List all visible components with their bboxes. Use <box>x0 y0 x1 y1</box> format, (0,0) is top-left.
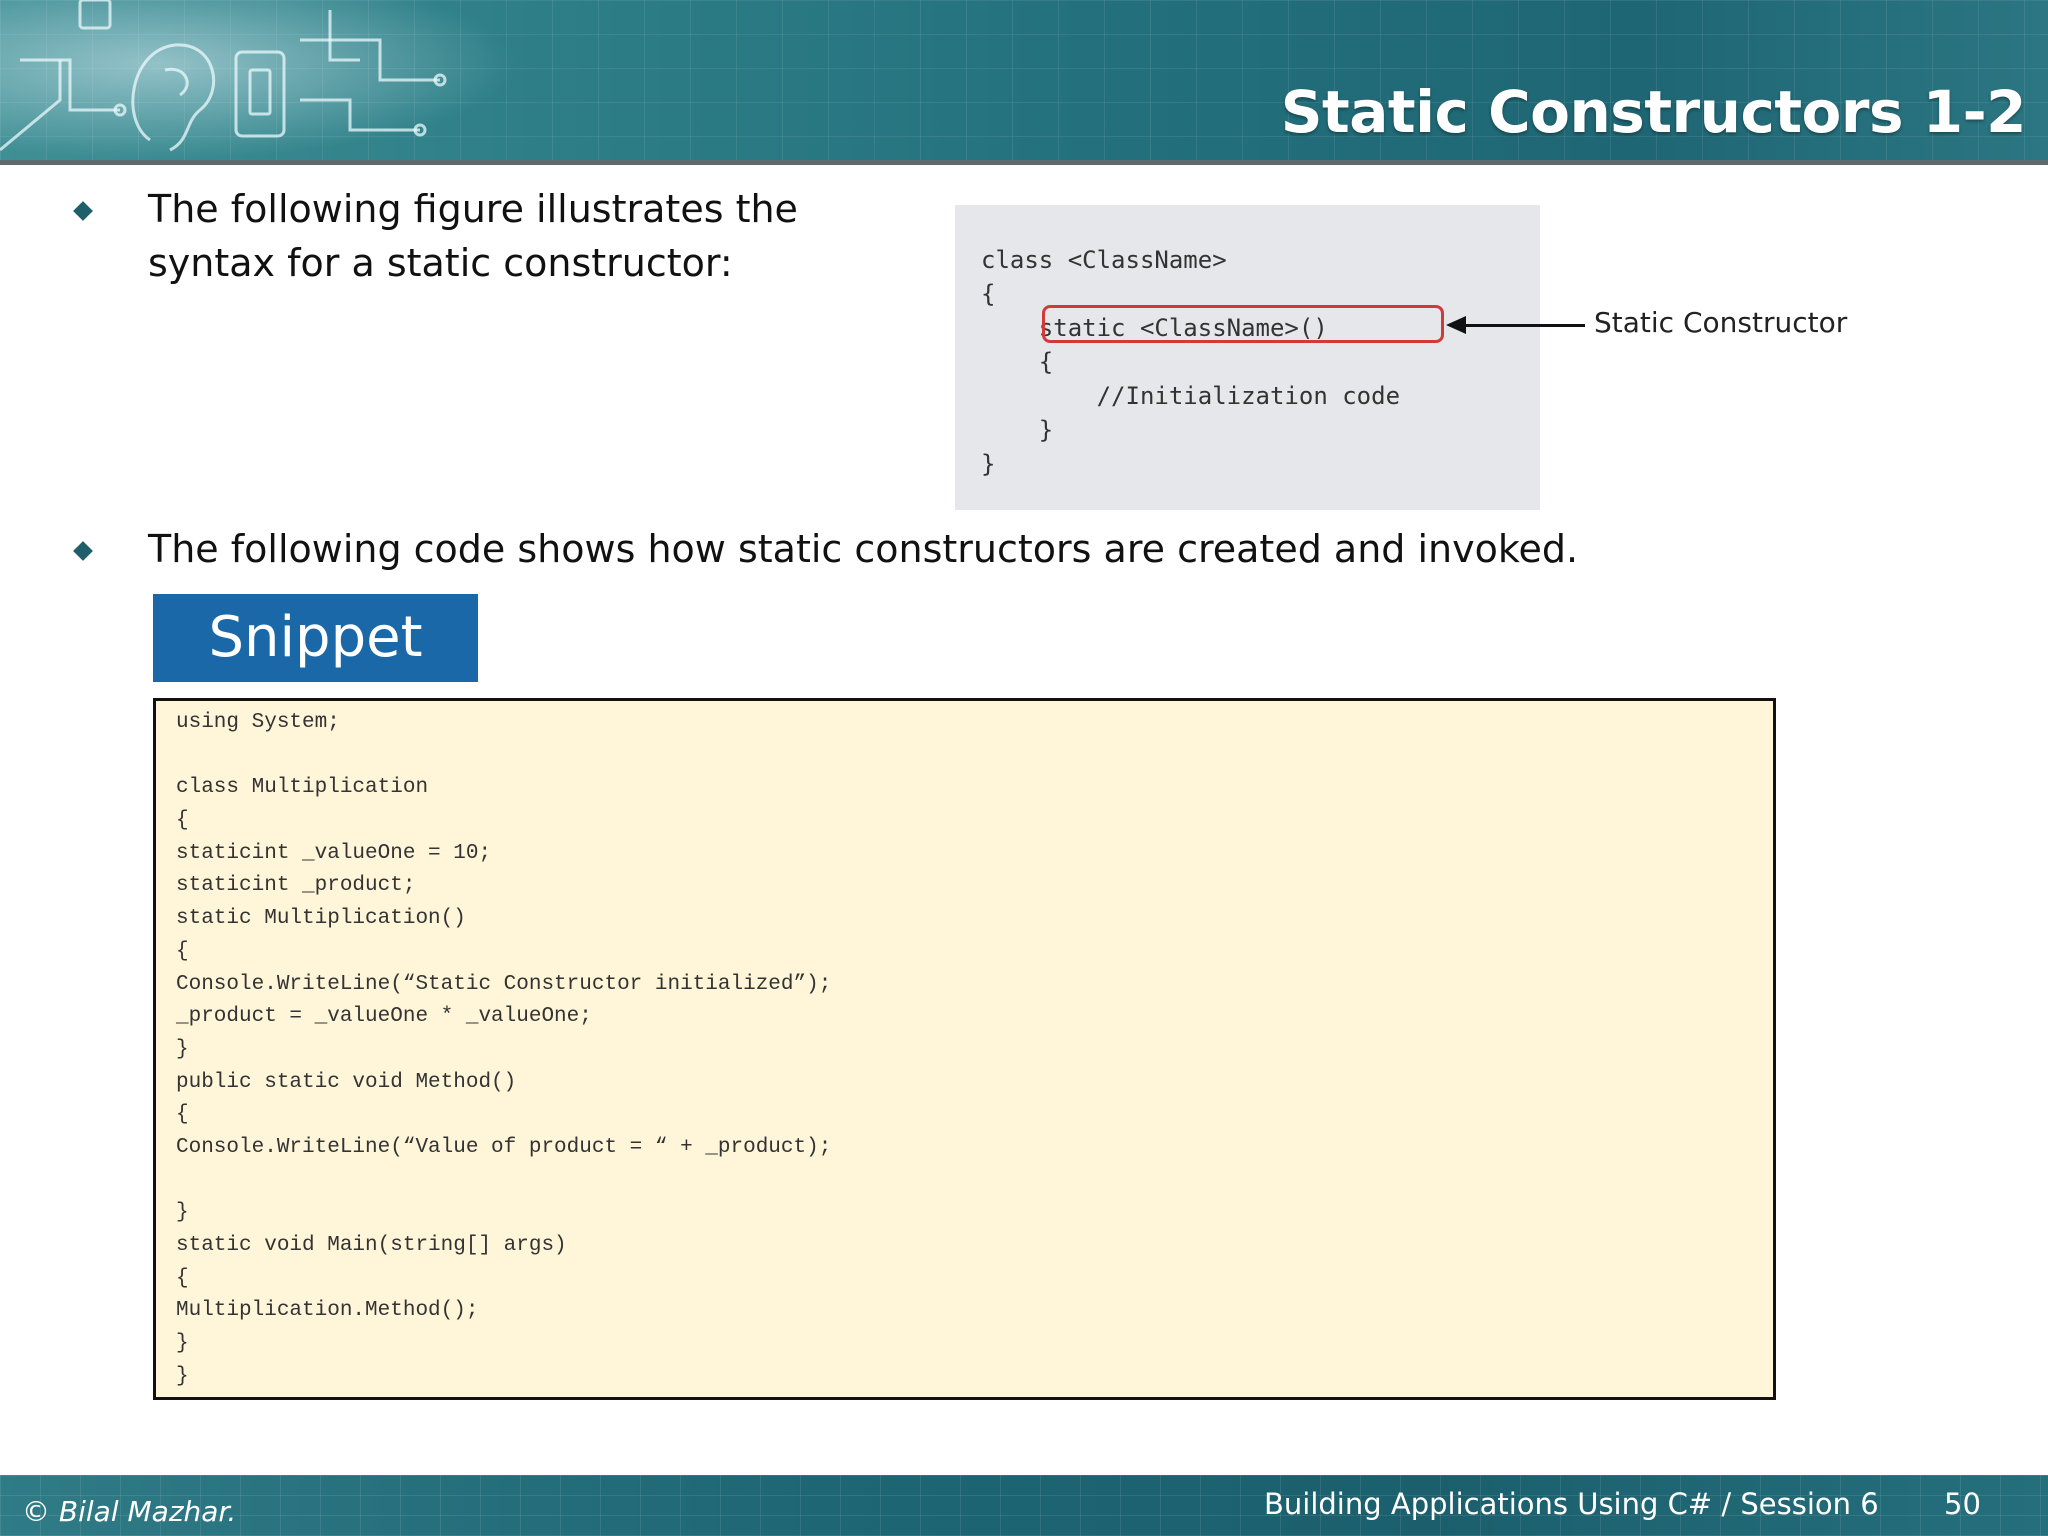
code-line: } <box>176 1332 189 1356</box>
footer-bar: © Bilal Mazhar. Building Applications Us… <box>0 1475 2048 1536</box>
code-line: staticint _product; <box>176 874 416 898</box>
tech-collage-icon <box>0 0 447 152</box>
diamond-bullet-icon <box>73 201 93 221</box>
footer-copyright: © Bilal Mazhar. <box>22 1495 237 1528</box>
code-line: } <box>176 1364 189 1388</box>
callout-arrow-line <box>1450 324 1585 327</box>
static-constructor-highlight <box>1042 305 1444 343</box>
footer-course-title: Building Applications Using C# / Session… <box>1264 1487 1879 1521</box>
bullet-text: The following code shows how static cons… <box>148 527 1579 571</box>
code-line: using System; <box>176 711 340 734</box>
code-line: } <box>176 1201 189 1225</box>
bullet-code-intro: The following code shows how static cons… <box>73 522 1748 576</box>
code-snippet-box: using System; class Multiplication { static… <box>153 698 1776 1400</box>
code-line: { <box>176 1266 189 1290</box>
callout-label: Static Constructor <box>1594 306 1848 339</box>
code-line: _product = _valueOne * _valueOne; <box>176 1005 592 1029</box>
code-line: { <box>176 809 189 833</box>
code-line: public static void Method() <box>176 1070 517 1094</box>
code-line: Console.WriteLine(“Value of product = “ … <box>176 1135 832 1159</box>
page-number: 50 <box>1944 1487 1981 1521</box>
diamond-bullet-icon <box>73 541 93 561</box>
bullet-syntax-intro: The following figure illustrates the syn… <box>73 182 928 290</box>
slide-title: Static Constructors 1-2 <box>1280 78 2027 146</box>
code-line: class Multiplication <box>176 776 429 800</box>
header-banner: Static Constructors 1-2 <box>0 0 2048 165</box>
code-line: static void Main(string[] args) <box>176 1234 567 1257</box>
arrow-left-icon <box>1446 316 1466 334</box>
code-line: static Multiplication() <box>176 907 466 931</box>
code-line: staticint _valueOne = 10; <box>176 841 492 865</box>
bullet-text: The following figure illustrates the syn… <box>148 187 798 285</box>
syntax-figure: class <ClassName> { static <ClassName>()… <box>955 205 1540 510</box>
code-line: } <box>176 1037 189 1061</box>
code-lines: using System; class Multiplication { static… <box>176 707 831 1393</box>
code-line: Multiplication.Method(); <box>176 1299 479 1323</box>
code-line: Console.WriteLine(“Static Constructor in… <box>176 972 832 996</box>
code-line: { <box>176 1103 189 1127</box>
syntax-code: class <ClassName> { static <ClassName>()… <box>981 246 1401 478</box>
code-line: { <box>176 939 189 963</box>
snippet-label: Snippet <box>153 594 478 682</box>
